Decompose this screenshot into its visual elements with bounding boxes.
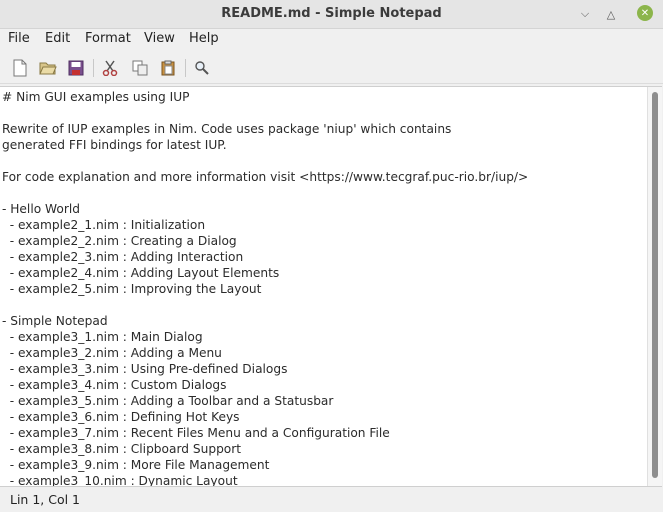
text-line: Rewrite of IUP examples in Nim. Code use… (2, 122, 452, 136)
toolbar-separator (185, 59, 186, 77)
toolbar (0, 53, 663, 84)
text-line: - example3_5.nim : Adding a Toolbar and … (2, 394, 334, 408)
text-line: - example3_9.nim : More File Management (2, 458, 270, 472)
window-title: README.md - Simple Notepad (221, 6, 442, 21)
cursor-position: Lin 1, Col 1 (10, 492, 81, 507)
text-editor[interactable]: # Nim GUI examples using IUP Rewrite of I… (0, 86, 662, 487)
status-bar: Lin 1, Col 1 (0, 487, 663, 512)
text-line (2, 297, 528, 313)
text-line: - Simple Notepad (2, 314, 108, 328)
text-line: - example3_1.nim : Main Dialog (2, 330, 203, 344)
text-line: # Nim GUI examples using IUP (2, 90, 190, 104)
maximize-icon[interactable]: △ (603, 6, 619, 22)
text-line: - example2_1.nim : Initialization (2, 218, 206, 232)
text-line: - example2_3.nim : Adding Interaction (2, 250, 244, 264)
text-line: - example3_6.nim : Defining Hot Keys (2, 410, 240, 424)
text-line: - example3_2.nim : Adding a Menu (2, 346, 222, 360)
scrollbar-thumb[interactable] (652, 92, 658, 478)
find-icon[interactable] (191, 57, 213, 79)
close-icon[interactable]: ✕ (637, 5, 653, 21)
text-line: - example3_4.nim : Custom Dialogs (2, 378, 227, 392)
save-icon[interactable] (65, 57, 87, 79)
text-line: - example3_10.nim : Dynamic Layout (2, 474, 238, 487)
minimize-icon[interactable]: ⌵ (577, 6, 593, 22)
text-line: - example2_4.nim : Adding Layout Element… (2, 266, 280, 280)
text-line (2, 153, 528, 169)
text-line: - example2_2.nim : Creating a Dialog (2, 234, 237, 248)
notepad-window: README.md - Simple Notepad ⌵ △ ✕ File Ed… (0, 0, 663, 512)
text-line (2, 105, 528, 121)
text-line: - example3_8.nim : Clipboard Support (2, 442, 242, 456)
menu-bar: File Edit Format View Help (0, 29, 663, 51)
text-line (2, 185, 528, 201)
copy-icon[interactable] (129, 57, 151, 79)
cut-icon[interactable] (99, 57, 121, 79)
paste-icon[interactable] (157, 57, 179, 79)
open-folder-icon[interactable] (37, 57, 59, 79)
text-line: For code explanation and more informatio… (2, 170, 529, 184)
text-line: - Hello World (2, 202, 80, 216)
toolbar-separator (93, 59, 94, 77)
text-line: - example2_5.nim : Improving the Layout (2, 282, 262, 296)
menu-file[interactable]: File (8, 31, 30, 46)
new-file-icon[interactable] (9, 57, 31, 79)
menu-format[interactable]: Format (85, 31, 131, 46)
text-line: - example3_3.nim : Using Pre-defined Dia… (2, 362, 288, 376)
text-line: - example3_7.nim : Recent Files Menu and… (2, 426, 390, 440)
menu-edit[interactable]: Edit (45, 31, 70, 46)
title-bar: README.md - Simple Notepad ⌵ △ ✕ (0, 0, 663, 29)
text-line: generated FFI bindings for latest IUP. (2, 138, 227, 152)
menu-help[interactable]: Help (189, 31, 219, 46)
editor-content[interactable]: # Nim GUI examples using IUP Rewrite of I… (2, 89, 529, 487)
vertical-scrollbar[interactable] (647, 87, 662, 486)
menu-view[interactable]: View (144, 31, 175, 46)
